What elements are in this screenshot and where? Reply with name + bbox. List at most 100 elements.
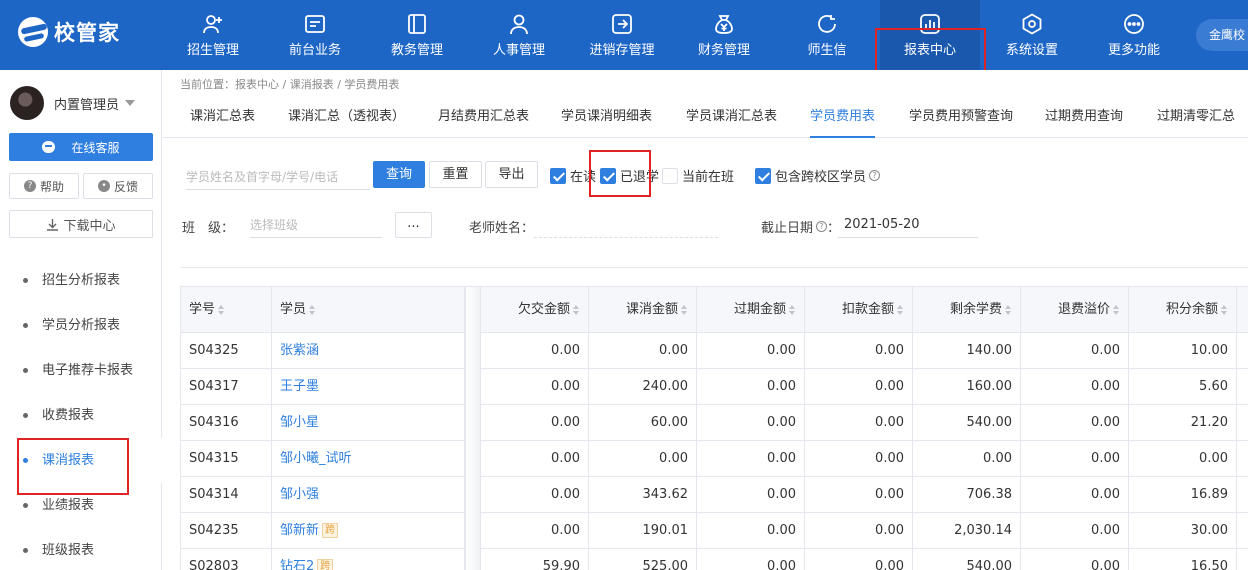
query-button[interactable]: 查询 (373, 161, 425, 188)
nav-hr[interactable]: 人事管理 (469, 0, 569, 70)
cell-amount: 190.01 (589, 513, 697, 549)
student-name-link[interactable]: 邹新新 (280, 523, 319, 538)
tab-expired-fees[interactable]: 过期费用查询 (1045, 100, 1123, 138)
sidebar-item-fee-reports[interactable]: 收费报表 (0, 393, 162, 438)
student-name-link[interactable]: 邹小曦_试听 (280, 451, 352, 466)
cutoff-date-input[interactable]: 2021-05-20 (838, 212, 978, 238)
nav-settings[interactable]: 系统设置 (982, 0, 1082, 70)
nav-reports[interactable]: 报表中心 (880, 0, 980, 70)
cell-amount: 140.00 (913, 333, 1021, 369)
nav-finance[interactable]: 财务管理 (674, 0, 774, 70)
cell-amount: 30.00 (1129, 513, 1237, 549)
sidebar-item-referral-card-reports[interactable]: 电子推荐卡报表 (0, 348, 162, 393)
class-select-input[interactable] (250, 212, 382, 238)
checkbox-withdrawn[interactable]: 已退学 (600, 166, 659, 185)
sort-icon[interactable] (897, 304, 904, 315)
chevron-down-icon (125, 100, 136, 106)
sort-icon[interactable] (1005, 304, 1012, 315)
table-row[interactable]: S04235 邹新新跨 0.00 190.01 0.00 0.00 2,030.14 0.00… (181, 513, 1248, 549)
sort-icon[interactable] (681, 304, 688, 315)
table-row[interactable]: S04325 张紫涵 0.00 0.00 0.00 0.00 140.00 0.00 10.00 (181, 333, 1248, 369)
column-header-deduction[interactable]: 扣款金额 (805, 287, 913, 333)
sort-icon[interactable] (218, 304, 225, 315)
online-service-button[interactable]: 在线客服 (9, 133, 153, 161)
cell-amount: 0.00 (697, 333, 805, 369)
sidebar-item-consumption-reports[interactable]: 课消报表 (0, 438, 162, 483)
student-name-link[interactable]: 钻石2 (280, 559, 314, 570)
student-name-link[interactable]: 邹小强 (280, 487, 319, 502)
cell-amount: 0.00 (481, 333, 589, 369)
sort-icon[interactable] (309, 304, 316, 315)
tab-consumption-summary[interactable]: 课消汇总表 (190, 100, 255, 138)
nav-messages[interactable]: 师生信 (777, 0, 877, 70)
export-button[interactable]: 导出 (485, 161, 538, 188)
fixed-column-divider (465, 287, 481, 570)
sort-icon[interactable] (1221, 304, 1228, 315)
sidebar-item-recruitment-reports[interactable]: 招生分析报表 (0, 258, 162, 303)
tab-monthly-fee-summary[interactable]: 月结费用汇总表 (438, 100, 529, 138)
cell-amount: 0.00 (805, 477, 913, 513)
tab-student-fees[interactable]: 学员费用表 (810, 100, 876, 138)
sort-icon[interactable] (789, 304, 796, 315)
sidebar-item-class-reports[interactable]: 班级报表 (0, 528, 162, 570)
campus-selector[interactable]: 金鹰校 (1196, 19, 1248, 51)
student-name-link[interactable]: 王子墨 (280, 379, 319, 394)
tab-consumption-pivot[interactable]: 课消汇总（透视表） (288, 100, 405, 138)
column-header-expired[interactable]: 过期金额 (697, 287, 805, 333)
nav-front-desk[interactable]: 前台业务 (265, 0, 365, 70)
student-name-link[interactable]: 张紫涵 (280, 343, 319, 358)
question-icon[interactable]: ? (816, 221, 828, 232)
cell-student-id: S04235 (181, 513, 272, 549)
cell-amount: 16.50 (1129, 549, 1237, 570)
nav-inventory[interactable]: 进销存管理 (572, 0, 672, 70)
app-logo[interactable]: 校管家 (18, 17, 120, 47)
tab-fee-warning[interactable]: 学员费用预警查询 (909, 100, 1013, 138)
sort-icon[interactable] (1113, 304, 1120, 315)
cell-student-id: S04314 (181, 477, 272, 513)
tab-student-consumption-summary[interactable]: 学员课消汇总表 (686, 100, 777, 138)
cutoff-date-label: 截止日期 ? ： (761, 221, 841, 236)
download-center-button[interactable]: 下载中心 (9, 210, 153, 238)
nav-academic[interactable]: 教务管理 (367, 0, 467, 70)
settings-icon (1022, 13, 1042, 35)
help-button[interactable]: ? 帮助 (9, 173, 79, 199)
feedback-button[interactable]: • 反馈 (83, 173, 153, 199)
user-menu[interactable]: 内置管理员 (10, 86, 136, 120)
sort-icon[interactable] (573, 304, 580, 315)
table-row[interactable]: S04315 邹小曦_试听 0.00 0.00 0.00 0.00 0.00 0.00 0.00 (181, 441, 1248, 477)
cell-student-id: S04325 (181, 333, 272, 369)
column-header-points-balance[interactable]: 积分余额 (1129, 287, 1237, 333)
cell-student-name: 钻石2 跨 (272, 549, 465, 570)
sidebar-item-performance-reports[interactable]: 业绩报表 (0, 483, 162, 528)
table-row[interactable]: S04317 王子墨 0.00 240.00 0.00 0.00 160.00 0.00 5.6… (181, 369, 1248, 405)
column-header-remaining-tuition[interactable]: 剩余学费 (913, 287, 1021, 333)
cell-amount: 0.00 (481, 441, 589, 477)
column-header-arrears[interactable]: 欠交金额 (481, 287, 589, 333)
cell-student-name: 邹小曦_试听 (272, 441, 465, 477)
cell-amount: 0.00 (697, 513, 805, 549)
nav-more[interactable]: 更多功能 (1084, 0, 1184, 70)
search-input[interactable] (186, 164, 370, 190)
question-icon[interactable]: ? (869, 170, 881, 181)
table-row[interactable]: S04316 邹小星 0.00 60.00 0.00 0.00 540.00 0.00 21.2… (181, 405, 1248, 441)
column-header-student-id[interactable]: 学号 (181, 287, 272, 333)
tab-expired-clear-summary[interactable]: 过期清零汇总 (1157, 100, 1235, 138)
checkbox-enrolled[interactable]: 在读 (550, 166, 596, 185)
table-row[interactable]: S02803 钻石2 跨 59.90 525.00 0.00 0.00 540.00 0.00 1… (181, 549, 1248, 570)
checkbox-current-class[interactable]: 当前在班 (662, 166, 734, 185)
nav-recruitment[interactable]: 招生管理 (163, 0, 263, 70)
table-row[interactable]: S04314 邹小强 0.00 343.62 0.00 0.00 706.38 0.00 16.… (181, 477, 1248, 513)
class-picker-button[interactable]: ... (395, 212, 432, 238)
reset-button[interactable]: 重置 (429, 161, 482, 188)
column-header-consumption[interactable]: 课消金额 (589, 287, 697, 333)
sidebar-item-student-reports[interactable]: 学员分析报表 (0, 303, 162, 348)
tab-student-consumption-detail[interactable]: 学员课消明细表 (561, 100, 652, 138)
cell-student-name: 张紫涵 (272, 333, 465, 369)
cell-amount: 0.00 (481, 477, 589, 513)
column-header-refund-premium[interactable]: 退费溢价 (1021, 287, 1129, 333)
student-name-link[interactable]: 邹小星 (280, 415, 319, 430)
column-header-student[interactable]: 学员 (272, 287, 465, 333)
cell-amount: 540.00 (913, 549, 1021, 570)
checkbox-cross-campus[interactable]: 包含跨校区学员 ? (755, 166, 881, 185)
teacher-name-input[interactable] (534, 212, 718, 238)
